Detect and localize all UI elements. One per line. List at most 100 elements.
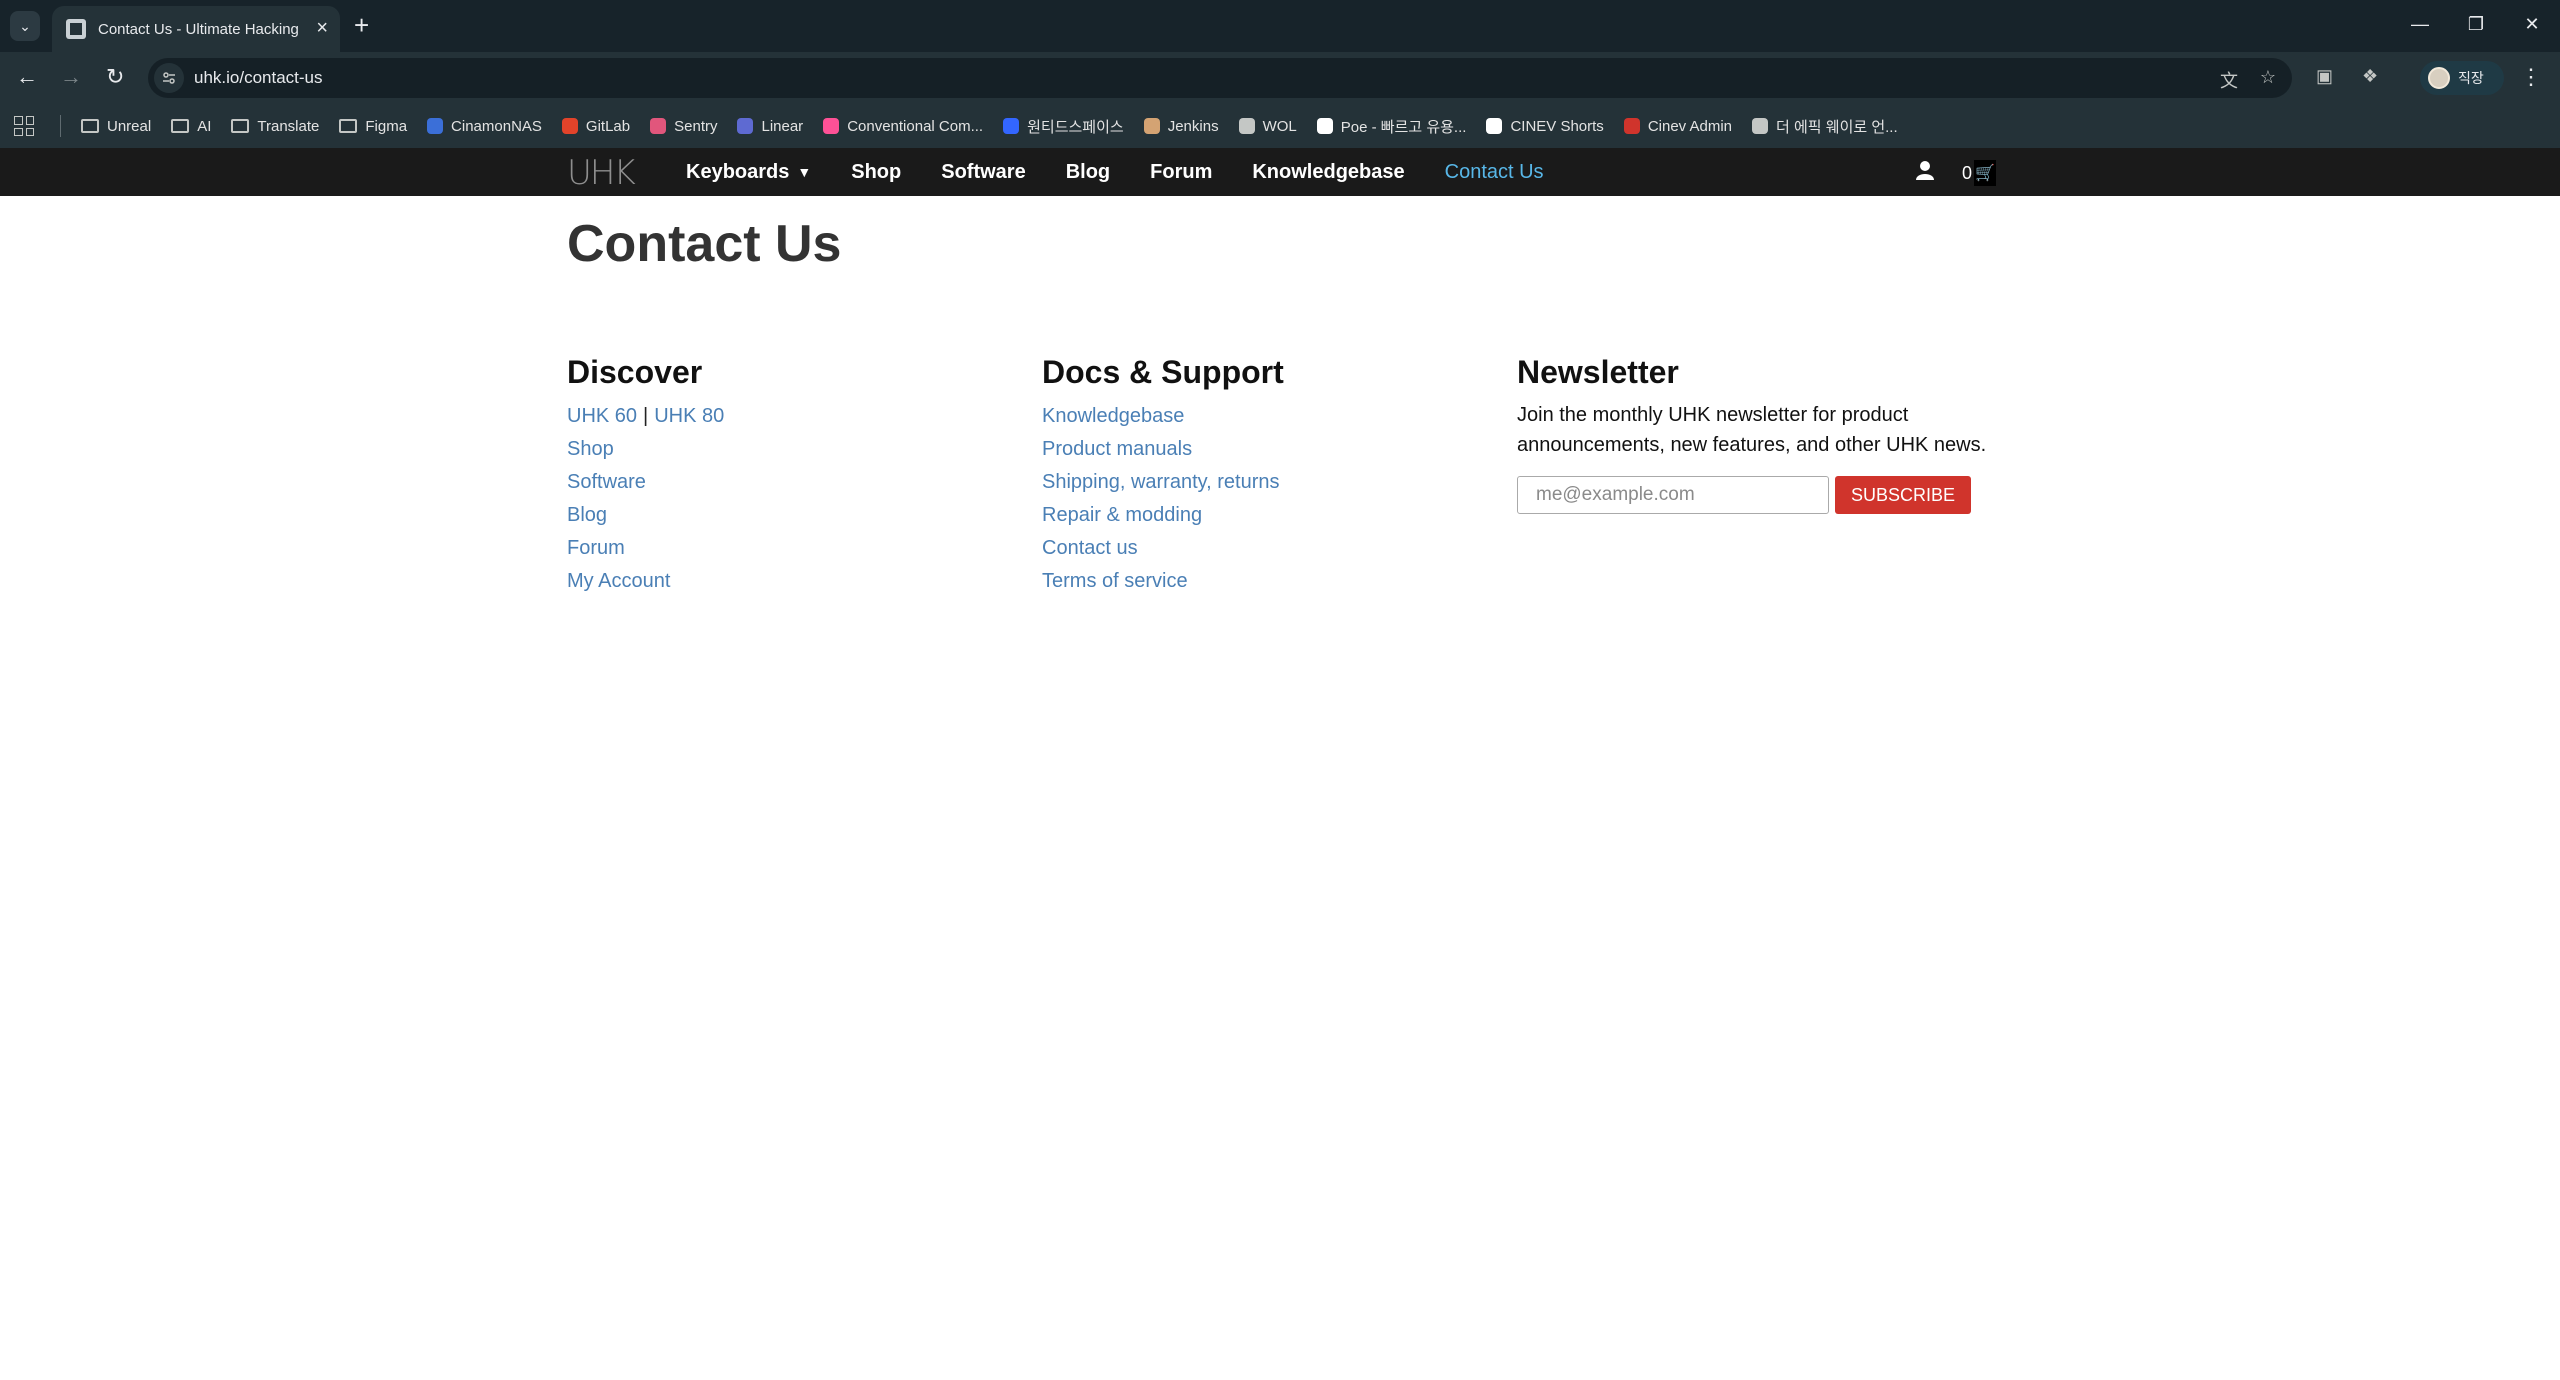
bookmark-label: 더 에픽 웨이로 언... bbox=[1776, 118, 1898, 136]
bookmark-label: GitLab bbox=[585, 117, 631, 135]
media-icon[interactable]: ▣ bbox=[2316, 66, 2333, 87]
link-repair-modding[interactable]: Repair & modding bbox=[1042, 499, 1284, 532]
link-software[interactable]: Software bbox=[567, 466, 724, 499]
forward-icon[interactable]: → bbox=[60, 64, 82, 90]
link-blog[interactable]: Blog bbox=[567, 499, 724, 532]
bookmark-label: CinamonNAS bbox=[451, 117, 542, 135]
bookmark-item[interactable]: Poe - 빠르고 유용... bbox=[1316, 116, 1466, 137]
subscribe-button[interactable]: SUBSCRIBE bbox=[1835, 476, 1971, 514]
close-icon[interactable]: × bbox=[316, 17, 328, 39]
gitlab-icon bbox=[561, 118, 578, 134]
tab-search-button[interactable]: ⌄ bbox=[10, 11, 40, 41]
bookmark-label: Figma bbox=[365, 117, 408, 135]
window-close-icon[interactable]: ✕ bbox=[2504, 0, 2560, 48]
user-icon[interactable] bbox=[1916, 160, 1934, 185]
link-shop[interactable]: Shop bbox=[567, 433, 724, 466]
newsletter-column: Newsletter Join the monthly UHK newslett… bbox=[1517, 352, 1997, 514]
link-terms-of-service[interactable]: Terms of service bbox=[1042, 565, 1284, 598]
poe-icon bbox=[1316, 118, 1333, 134]
link-shipping-warranty[interactable]: Shipping, warranty, returns bbox=[1042, 466, 1284, 499]
bookmark-item[interactable]: Jenkins bbox=[1143, 118, 1219, 135]
bookmark-item[interactable]: CINEV Shorts bbox=[1486, 117, 1604, 135]
nav-contact-us[interactable]: Contact Us bbox=[1445, 161, 1544, 184]
bookmark-item[interactable]: CinamonNAS bbox=[427, 118, 542, 135]
bookmark-item[interactable]: 더 에픽 웨이로 언... bbox=[1752, 116, 1898, 137]
bookmark-item[interactable]: 원티드스페이스 bbox=[1003, 116, 1124, 137]
bookmark-item[interactable]: GitLab bbox=[561, 117, 631, 135]
email-field[interactable] bbox=[1517, 476, 1829, 514]
bookmark-star-icon[interactable]: ☆ bbox=[2260, 67, 2276, 88]
nas-icon bbox=[427, 118, 444, 134]
newsletter-description: Join the monthly UHK newsletter for prod… bbox=[1517, 404, 1987, 456]
cart-icon: 🛒 bbox=[1974, 160, 1997, 186]
cinev-admin-icon bbox=[1623, 118, 1640, 134]
nav-shop[interactable]: Shop bbox=[851, 161, 901, 184]
bookmark-item[interactable]: Figma bbox=[339, 118, 407, 135]
new-tab-button[interactable]: + bbox=[354, 12, 369, 38]
folder-icon bbox=[339, 119, 358, 133]
bookmark-item[interactable]: Conventional Com... bbox=[823, 118, 983, 135]
uhk-logo[interactable]: UHK bbox=[567, 156, 636, 190]
url-text: uhk.io/contact-us bbox=[194, 68, 323, 87]
bookmark-item[interactable]: WOL bbox=[1238, 117, 1297, 135]
bookmark-label: Conventional Com... bbox=[847, 117, 984, 135]
caret-down-icon: ▼ bbox=[797, 164, 812, 180]
folder-icon bbox=[171, 119, 190, 133]
folder-icon bbox=[231, 119, 250, 133]
minimize-icon[interactable]: — bbox=[2392, 0, 2448, 48]
wanted-icon bbox=[1003, 118, 1020, 134]
bookmark-item[interactable]: Linear bbox=[737, 118, 803, 135]
bookmark-label: Cinev Admin bbox=[1647, 117, 1733, 135]
translate-icon[interactable]: 文 bbox=[2220, 67, 2238, 93]
avatar bbox=[2428, 67, 2450, 89]
cinev-icon bbox=[1486, 118, 1503, 134]
nav-keyboards[interactable]: Keyboards ▼ bbox=[686, 161, 811, 184]
nav-blog[interactable]: Blog bbox=[1066, 161, 1110, 184]
bookmark-item[interactable]: AI bbox=[171, 118, 211, 135]
tab-active[interactable]: Contact Us - Ultimate Hacking × bbox=[52, 6, 340, 52]
site-info-icon[interactable] bbox=[154, 63, 184, 93]
bookmark-item[interactable]: Sentry bbox=[650, 118, 717, 135]
page-icon bbox=[1752, 118, 1769, 134]
bookmark-label: Translate bbox=[257, 117, 320, 135]
page-content: Contact Us Discover UHK 60 | UHK 80 Shop… bbox=[567, 214, 1997, 592]
cart-count: 0 bbox=[1962, 162, 1973, 183]
separator: | bbox=[643, 405, 649, 427]
bookmark-label: CINEV Shorts bbox=[1510, 117, 1604, 135]
site-navbar: UHK Keyboards ▼ Shop Software Blog Forum… bbox=[0, 148, 2560, 196]
more-menu-icon[interactable]: ⋮ bbox=[2520, 64, 2542, 90]
bookmark-item[interactable]: Cinev Admin bbox=[1623, 117, 1733, 135]
tab-strip: ⌄ Contact Us - Ultimate Hacking × + — ❐ … bbox=[0, 0, 2560, 52]
docs-heading: Docs & Support bbox=[1042, 354, 1284, 390]
link-knowledgebase[interactable]: Knowledgebase bbox=[1042, 400, 1284, 433]
link-my-account[interactable]: My Account bbox=[567, 565, 724, 598]
discover-column: Discover UHK 60 | UHK 80 Shop Software B… bbox=[567, 352, 724, 598]
bookmark-item[interactable]: Unreal bbox=[81, 118, 151, 135]
nav-forum[interactable]: Forum bbox=[1150, 161, 1212, 184]
apps-grid-icon[interactable] bbox=[14, 116, 34, 136]
reload-icon[interactable]: ↻ bbox=[106, 64, 124, 90]
nav-knowledgebase[interactable]: Knowledgebase bbox=[1252, 161, 1404, 184]
keyboard-links: UHK 60 | UHK 80 bbox=[567, 400, 724, 433]
link-contact-us[interactable]: Contact us bbox=[1042, 532, 1284, 565]
nav-software[interactable]: Software bbox=[941, 161, 1025, 184]
cart-button[interactable]: 0 🛒 bbox=[1962, 160, 1997, 186]
folder-icon bbox=[81, 119, 99, 133]
bookmark-label: Linear bbox=[761, 117, 804, 135]
bookmark-label: WOL bbox=[1262, 117, 1297, 135]
link-uhk-60[interactable]: UHK 60 bbox=[567, 400, 637, 433]
link-product-manuals[interactable]: Product manuals bbox=[1042, 433, 1284, 466]
browser-chrome: ⌄ Contact Us - Ultimate Hacking × + — ❐ … bbox=[0, 0, 2560, 148]
address-bar[interactable]: uhk.io/contact-us 文 ☆ bbox=[148, 58, 2292, 98]
link-uhk-80[interactable]: UHK 80 bbox=[654, 400, 724, 433]
link-forum[interactable]: Forum bbox=[567, 532, 724, 565]
back-icon[interactable]: ← bbox=[16, 64, 38, 90]
discover-heading: Discover bbox=[567, 354, 703, 390]
bookmark-label: Sentry bbox=[674, 117, 718, 135]
profile-button[interactable]: 직장 bbox=[2420, 61, 2504, 95]
newsletter-form: SUBSCRIBE bbox=[1517, 476, 1997, 514]
sentry-icon bbox=[650, 118, 667, 134]
bookmark-item[interactable]: Translate bbox=[231, 118, 319, 135]
extensions-icon[interactable]: ❖ bbox=[2362, 66, 2378, 87]
restore-icon[interactable]: ❐ bbox=[2448, 0, 2504, 48]
